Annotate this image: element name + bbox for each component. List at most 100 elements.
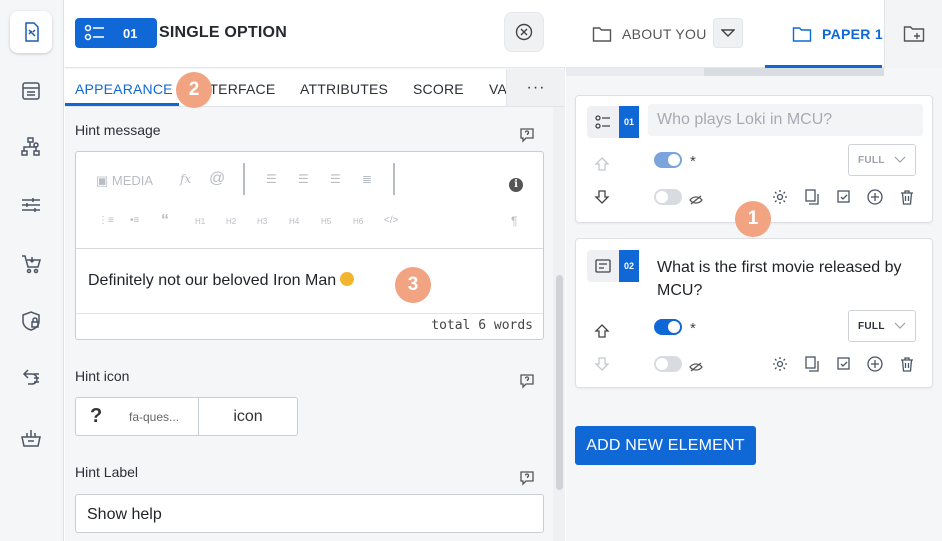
quote-button[interactable]: “ <box>161 212 169 230</box>
integrations-nav-button[interactable] <box>10 357 52 399</box>
align-left-button[interactable]: ☰ <box>266 172 277 186</box>
required-toggle[interactable] <box>654 319 682 335</box>
text-field-icon <box>587 250 619 282</box>
element-number: 01 <box>123 25 138 41</box>
close-panel-button[interactable] <box>504 12 544 52</box>
help-icon[interactable] <box>519 373 535 389</box>
paragraph-button[interactable]: ¶ <box>511 214 517 228</box>
close-circle-icon <box>515 23 533 41</box>
toolbar-divider <box>393 163 395 195</box>
element-settings-tabs: APPEARANCE INTERFACE ATTRIBUTES SCORE VA… <box>65 69 565 107</box>
heading-2-button[interactable]: H2 <box>226 217 236 226</box>
page-tabs-scrollbar-thumb[interactable] <box>704 68 884 76</box>
heading-4-button[interactable]: H4 <box>289 217 299 226</box>
settings-gear-icon[interactable] <box>771 188 789 206</box>
visibility-toggle[interactable] <box>654 189 682 205</box>
hint-message-content[interactable]: Definitely not our beloved Iron Man <box>88 272 355 290</box>
hidden-eye-icon <box>689 192 703 205</box>
trash-icon[interactable] <box>898 188 916 206</box>
editor-divider <box>76 248 543 249</box>
callout-marker: 3 <box>395 267 431 303</box>
results-nav-button[interactable] <box>10 417 52 459</box>
help-icon[interactable] <box>519 470 535 486</box>
align-center-button[interactable]: ☰ <box>298 172 309 186</box>
info-icon[interactable]: i <box>509 178 523 192</box>
required-toggle[interactable] <box>654 152 682 168</box>
basket-icon <box>21 430 41 447</box>
folder-icon <box>792 27 812 42</box>
logic-tree-icon <box>21 137 40 156</box>
hint-label-label: Hint Label <box>75 464 139 480</box>
align-right-button[interactable]: ☰ <box>330 172 341 186</box>
tab-attributes[interactable]: ATTRIBUTES <box>300 81 388 97</box>
hint-icon-picker: ? fa-ques... icon <box>75 397 298 436</box>
tab-validation[interactable]: VA <box>489 81 506 97</box>
question-type-badge: 02 <box>587 250 639 282</box>
help-icon[interactable] <box>519 127 535 143</box>
element-settings-header: 01 SINGLE OPTION <box>65 0 565 68</box>
hint-label-input[interactable]: Show help <box>75 494 544 533</box>
move-up-icon[interactable] <box>594 323 610 339</box>
page-options-dropdown[interactable] <box>713 18 743 48</box>
add-page-button[interactable] <box>884 0 942 68</box>
add-circle-icon[interactable] <box>866 355 884 373</box>
panel-scrollbar-thumb[interactable] <box>556 275 563 490</box>
heading-6-button[interactable]: H6 <box>353 217 363 226</box>
convert-icon[interactable] <box>835 188 853 206</box>
form-editor-nav-button[interactable] <box>10 11 52 53</box>
visibility-toggle[interactable] <box>654 356 682 372</box>
width-select[interactable]: FULL <box>848 144 916 176</box>
edit-document-icon <box>25 22 39 42</box>
duplicate-icon[interactable] <box>803 188 821 206</box>
tab-appearance[interactable]: APPEARANCE <box>75 81 173 97</box>
heading-5-button[interactable]: H5 <box>321 217 331 226</box>
bullet-list-button[interactable]: •≡ <box>130 215 139 226</box>
required-asterisk: * <box>690 320 696 337</box>
element-type-title: SINGLE OPTION <box>159 24 287 41</box>
heading-3-button[interactable]: H3 <box>257 217 267 226</box>
commerce-nav-button[interactable] <box>10 243 52 285</box>
left-navigation-rail <box>0 0 64 541</box>
question-card[interactable]: 02 What is the first movie released by M… <box>575 238 933 388</box>
move-down-icon[interactable] <box>594 189 610 205</box>
more-tabs-button[interactable]: ··· <box>506 69 565 106</box>
add-circle-icon[interactable] <box>866 188 884 206</box>
move-up-icon[interactable] <box>594 156 610 172</box>
element-type-badge: 01 <box>75 18 157 48</box>
logic-nav-button[interactable] <box>10 126 52 168</box>
heading-1-button[interactable]: H1 <box>195 217 205 226</box>
tab-score[interactable]: SCORE <box>413 81 464 97</box>
move-down-icon[interactable] <box>594 356 610 372</box>
hint-message-label: Hint message <box>75 122 161 138</box>
formula-button[interactable]: fx <box>180 172 191 186</box>
cart-icon <box>22 255 41 274</box>
chevron-down-icon <box>894 322 906 329</box>
question-title[interactable]: What is the first movie released by MCU? <box>657 256 917 302</box>
mention-button[interactable]: @ <box>209 170 225 188</box>
list-form-icon <box>22 82 40 100</box>
hint-icon-value[interactable]: fa-ques... <box>129 410 179 424</box>
question-number: 01 <box>619 106 639 138</box>
page-tab-paper-1[interactable]: PAPER 1 <box>792 25 883 43</box>
add-new-element-button[interactable]: ADD NEW ELEMENT <box>575 426 756 465</box>
choose-icon-button[interactable]: icon <box>199 398 297 435</box>
width-select[interactable]: FULL <box>848 310 916 342</box>
duplicate-icon[interactable] <box>803 355 821 373</box>
insert-media-button[interactable]: ▣ MEDIA <box>96 173 153 189</box>
code-button[interactable]: </> <box>384 215 398 226</box>
settings-nav-button[interactable] <box>10 184 52 226</box>
form-list-nav-button[interactable] <box>10 70 52 112</box>
callout-marker: 2 <box>176 72 212 108</box>
page-tab-about-you[interactable]: ABOUT YOU <box>592 25 707 43</box>
question-number: 02 <box>619 250 639 282</box>
trash-icon[interactable] <box>898 355 916 373</box>
question-title-input[interactable]: Who plays Loki in MCU? <box>648 104 923 136</box>
align-justify-button[interactable]: ≣ <box>362 172 372 186</box>
settings-gear-icon[interactable] <box>771 355 789 373</box>
convert-icon[interactable] <box>835 355 853 373</box>
chevron-down-icon <box>721 29 735 37</box>
hint-message-editor[interactable]: ▣ MEDIA fx @ ☰ ☰ ☰ ≣ i ⋮≡ •≡ “ H1 H2 H3 … <box>75 151 544 340</box>
ordered-list-button[interactable]: ⋮≡ <box>98 215 114 226</box>
security-nav-button[interactable] <box>10 300 52 342</box>
required-asterisk: * <box>690 153 696 170</box>
